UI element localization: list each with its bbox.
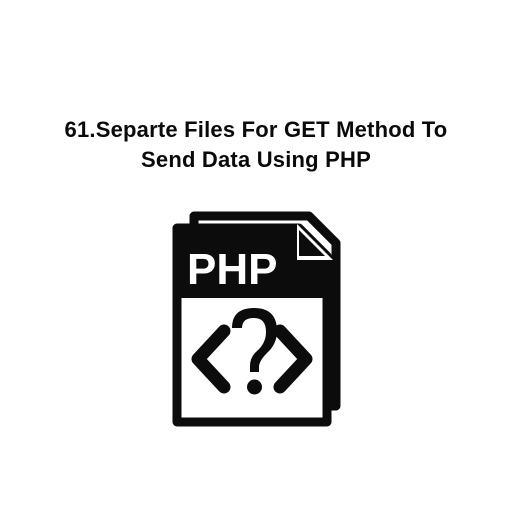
title-line-2: Send Data Using PHP <box>141 147 371 172</box>
page-title: 61.Separte Files For GET Method To Send … <box>65 115 448 174</box>
php-label: PHP <box>187 245 277 294</box>
title-line-1: 61.Separte Files For GET Method To <box>65 117 448 142</box>
php-file-icon: PHP <box>159 206 354 436</box>
